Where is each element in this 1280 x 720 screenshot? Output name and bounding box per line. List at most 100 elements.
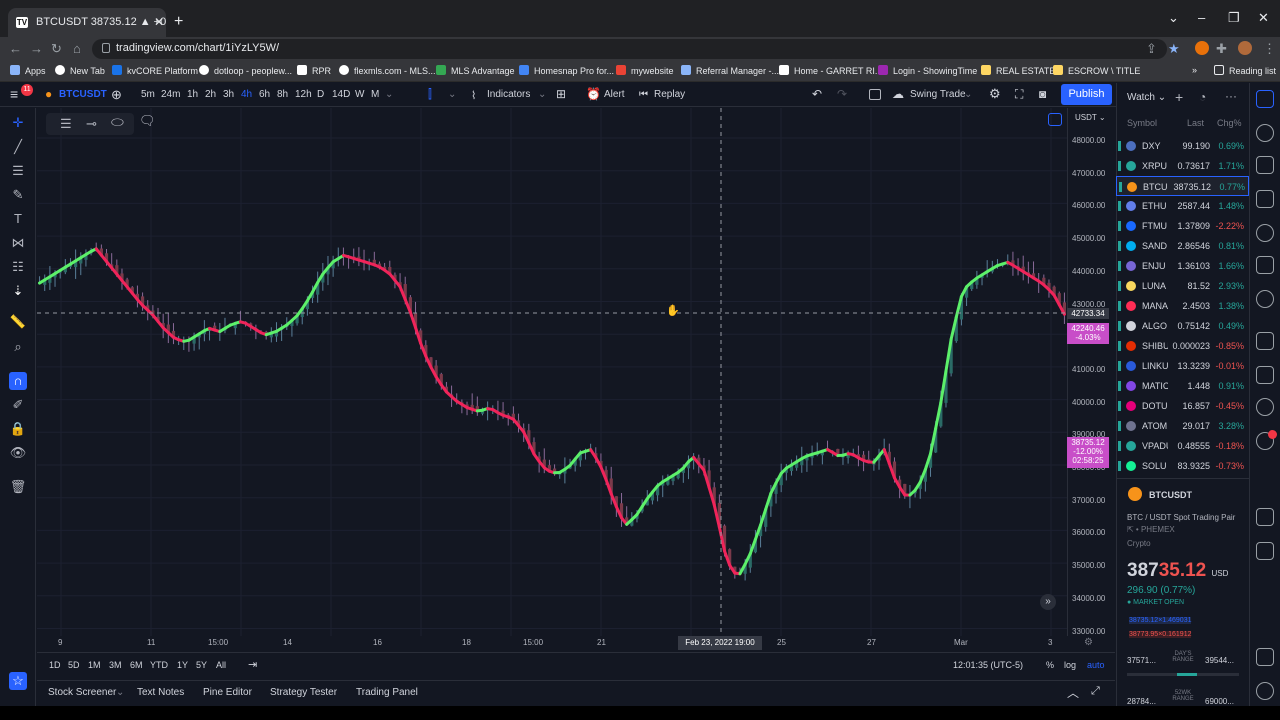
watchlist-row-btcu[interactable]: BTCU 38735.12 0.77% [1116, 176, 1249, 196]
chart-type-dropdown-icon[interactable]: ⌄ [448, 89, 456, 100]
horizontal-lines-icon[interactable]: ☰ [60, 116, 72, 132]
new-tab-icon[interactable]: + [174, 14, 183, 30]
symbol-search[interactable]: BTCUSDT [59, 89, 107, 100]
bookmark-real-estate[interactable]: REAL ESTATE [981, 65, 1055, 76]
bookmark-home-garret[interactable]: Home - GARRET RI... [779, 65, 882, 76]
flag-marker-icon[interactable] [1118, 461, 1121, 471]
fullscreen-icon[interactable]: ⛶ [1015, 87, 1023, 102]
flag-marker-icon[interactable] [1118, 141, 1121, 151]
interval-dropdown-icon[interactable]: ⌄ [385, 89, 393, 100]
comment-bubble-icon[interactable]: 🗨 [139, 113, 156, 129]
horizontal-ray-icon[interactable]: ⊸ [86, 116, 97, 132]
minimize-icon[interactable]: – [1198, 10, 1205, 25]
profile-avatar-icon[interactable] [1238, 41, 1252, 55]
tab-trading-panel[interactable]: Trading Panel [356, 687, 418, 698]
indicators-button[interactable]: Indicators [487, 89, 530, 100]
details-symbol[interactable]: BTCUSDT [1149, 490, 1192, 500]
compare-add-icon[interactable]: ⊕ [111, 87, 122, 103]
watchlist-row-matic[interactable]: MATIC 1.448 0.91% [1116, 376, 1249, 396]
layout-dropdown-icon[interactable]: ⌄ [964, 89, 972, 100]
add-symbol-icon[interactable]: + [1175, 89, 1183, 105]
maximize-panel-icon[interactable]: ⤢ [1091, 685, 1100, 698]
replay-icon[interactable]: ⏮ [639, 89, 648, 100]
brush-icon[interactable]: ✎ [9, 186, 27, 204]
flag-marker-icon[interactable] [1118, 261, 1121, 271]
text-tool-icon[interactable]: T [9, 210, 27, 228]
indicators-icon[interactable]: ⌇ [471, 89, 476, 102]
extension-fox-icon[interactable] [1195, 41, 1209, 55]
replay-button[interactable]: Replay [654, 89, 685, 100]
candles-chart-type-icon[interactable]: ⫿ [428, 87, 432, 102]
trend-line-icon[interactable]: ╱ [9, 138, 27, 156]
stock-screener-dropdown-icon[interactable]: ⌄ [116, 687, 124, 698]
watchlist-title[interactable]: Watch ⌄ [1127, 92, 1166, 103]
flag-marker-icon[interactable] [1118, 301, 1121, 311]
collapse-panel-icon[interactable]: ︿ [1067, 684, 1079, 701]
range-1m[interactable]: 1M [88, 660, 101, 670]
crosshair-cursor-icon[interactable]: ✛ [9, 114, 27, 132]
watchlist-row-solu[interactable]: SOLU 83.9325 -0.73% [1116, 456, 1249, 476]
watchlist-row-sand[interactable]: SAND 2.86546 0.81% [1116, 236, 1249, 256]
bookmark-star-icon[interactable]: ★ [1168, 41, 1180, 57]
bookmark-rpr[interactable]: RPR [297, 65, 331, 76]
browser-menu-icon[interactable]: ⋮ [1263, 41, 1276, 57]
streams-icon[interactable] [1256, 398, 1274, 416]
bookmark-flexmls[interactable]: flexmls.com - MLS... [339, 65, 436, 76]
magnet-icon[interactable]: ∩ [9, 372, 27, 390]
watchlist-row-ftmu[interactable]: FTMU 1.37809 -2.22% [1116, 216, 1249, 236]
go-to-date-icon[interactable]: ⇥ [248, 658, 257, 671]
order-panel-icon[interactable] [1256, 508, 1274, 526]
scroll-to-realtime-icon[interactable]: » [1040, 594, 1056, 610]
auto-scale-toggle-icon[interactable] [1048, 113, 1062, 126]
flag-marker-icon[interactable] [1118, 381, 1121, 391]
range-6m[interactable]: 6M [130, 660, 143, 670]
reading-list[interactable]: Reading list [1214, 65, 1276, 76]
alerts-sidebar-icon[interactable] [1256, 124, 1274, 142]
indicators-dropdown-icon[interactable]: ⌄ [538, 89, 546, 100]
hide-drawings-eye-icon[interactable]: 👁 [9, 444, 27, 462]
home-icon[interactable]: ⌂ [73, 41, 81, 56]
calendar-icon[interactable] [1256, 256, 1274, 274]
watchlist-row-algo[interactable]: ALGO 0.75142 0.49% [1116, 316, 1249, 336]
lock-icon[interactable] [102, 43, 110, 53]
flag-marker-icon[interactable] [1118, 221, 1121, 231]
close-window-icon[interactable]: ✕ [1258, 10, 1269, 26]
watchlist-more-icon[interactable]: ··· [1225, 89, 1237, 103]
ruler-measure-icon[interactable]: 📏 [9, 313, 27, 331]
interval-1h[interactable]: 1h [187, 89, 198, 100]
hotlists-icon[interactable] [1256, 224, 1274, 242]
forward-icon[interactable]: → [30, 41, 43, 56]
data-window-icon[interactable] [1256, 156, 1274, 174]
interval-2h[interactable]: 2h [205, 89, 216, 100]
tab-search-icon[interactable]: ⌄ [1168, 10, 1179, 26]
flag-marker-icon[interactable] [1118, 421, 1121, 431]
fib-retracement-icon[interactable]: ☰ [9, 162, 27, 180]
object-tree-layers-icon[interactable] [1256, 648, 1274, 666]
tab-pine-editor[interactable]: Pine Editor [203, 687, 252, 698]
bookmark-referral-manager[interactable]: Referral Manager -... [681, 65, 779, 76]
zoom-in-icon[interactable]: ⌕ [9, 338, 27, 356]
bookmark-apps[interactable]: Apps [10, 65, 46, 76]
price-chart-svg[interactable] [37, 108, 1067, 636]
messages-icon[interactable] [1256, 366, 1274, 384]
bookmark-dotloop[interactable]: dotloop - peoplew... [199, 65, 292, 76]
layout-name[interactable]: Swing Trade [910, 89, 966, 100]
bookmark-kvcore[interactable]: kvCORE Platform [112, 65, 198, 76]
range-5y[interactable]: 5Y [196, 660, 207, 670]
range-3m[interactable]: 3M [109, 660, 122, 670]
watchlist-sidebar-icon[interactable] [1256, 90, 1274, 108]
alert-clock-icon[interactable]: ⏰ [586, 87, 601, 101]
interval-14d[interactable]: 14D [332, 89, 350, 100]
dom-icon[interactable] [1256, 542, 1274, 560]
watchlist-row-vpadu[interactable]: VPADU 0.48555 -0.18% [1116, 436, 1249, 456]
chart-pane[interactable]: ☰ ⊸ ⬭ 🗨 ✋ » [37, 108, 1067, 636]
col-header-last[interactable]: Last [1187, 118, 1204, 128]
flag-marker-icon[interactable] [1118, 201, 1121, 211]
watchlist-row-linku[interactable]: LINKU 13.3239 -0.01% [1116, 356, 1249, 376]
timezone-clock[interactable]: 12:01:35 (UTC-5) [953, 660, 1023, 670]
ideas-icon[interactable] [1256, 290, 1274, 308]
bookmark-mywebsite[interactable]: mywebsite [616, 65, 674, 76]
news-icon[interactable] [1256, 190, 1274, 208]
advanced-view-icon[interactable]: ◔ [1199, 90, 1206, 104]
tab-text-notes[interactable]: Text Notes [137, 687, 184, 698]
